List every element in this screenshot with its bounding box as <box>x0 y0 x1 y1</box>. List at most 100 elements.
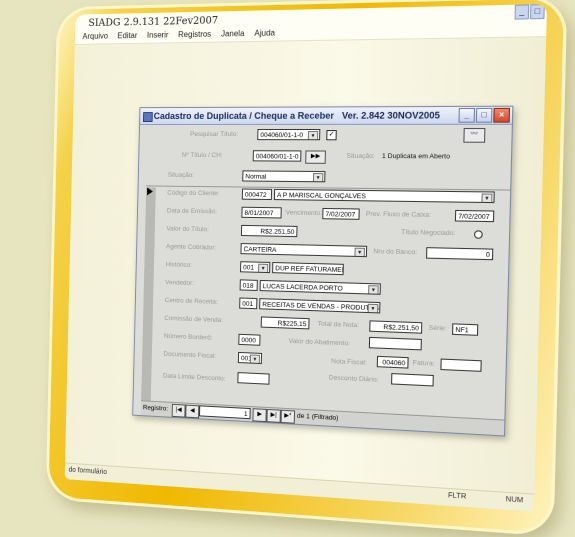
form-maximize-button[interactable]: □ <box>475 107 493 123</box>
form-window-icon <box>142 112 153 123</box>
agente-label: Agente Cobrador: <box>165 243 217 252</box>
registro-label: Registro: <box>142 404 169 413</box>
record-number-field[interactable]: 1 <box>199 405 251 420</box>
data-limite-label: Data Limite Desconto: <box>162 372 226 383</box>
emissao-field[interactable]: 8/01/2007 <box>241 206 282 219</box>
chevron-down-icon: ▼ <box>312 172 324 183</box>
next-record-button[interactable]: ▶ <box>252 408 267 423</box>
nota-fiscal-field[interactable]: 004060 <box>376 355 409 369</box>
binoculars-icon: 👓 <box>470 131 479 138</box>
status-left: do formulário <box>68 466 108 477</box>
record-total: de 1 (Filtrado) <box>296 412 339 423</box>
new-record-button[interactable]: ▶* <box>280 409 296 424</box>
stage: SIADG 2.9.131 22Fev2007 _ □ Arquivo Edit… <box>0 0 575 537</box>
comissao-field[interactable]: R$225,15 <box>260 316 310 330</box>
centro-name-select[interactable]: RECEITAS DE VENDAS - PRODUTOS ▼ <box>259 298 381 314</box>
serie-label: Série: <box>428 324 447 333</box>
historico-code-select[interactable]: 001 ▼ <box>240 261 271 274</box>
vendedor-code-field[interactable]: 018 <box>239 279 258 291</box>
documento-label: Documento Fiscal: <box>163 350 217 361</box>
fatura-field[interactable] <box>440 358 482 372</box>
situacao-select[interactable]: Normal ▼ <box>242 170 326 183</box>
abatimento-label: Valor do Abatimento: <box>288 337 351 348</box>
serie-field[interactable]: NF1 <box>452 323 479 336</box>
previous-record-button[interactable]: ◀ <box>185 404 200 419</box>
situacao-top-label: Situação: <box>346 152 375 161</box>
menu-registros[interactable]: Registros <box>178 28 211 43</box>
menu-arquivo[interactable]: Arquivo <box>82 30 108 44</box>
status-num: NUM <box>505 495 524 505</box>
abatimento-field[interactable] <box>368 336 422 351</box>
chevron-down-icon: ▼ <box>307 131 319 141</box>
form-close-button[interactable]: × <box>493 107 511 123</box>
prev-fluxo-label: Prev. Fluxo de Caixa: <box>365 210 432 219</box>
chevron-down-icon: ▼ <box>481 193 493 204</box>
titulo-label: Nº Título / CH: <box>181 151 223 160</box>
desconto-diario-label: Desconto Diário: <box>328 374 379 384</box>
cliente-code-field[interactable]: 000472 <box>241 188 273 201</box>
documento-select[interactable]: 001 ▼ <box>237 351 263 365</box>
prev-fluxo-field[interactable]: 7/02/2007 <box>454 209 495 223</box>
last-record-button[interactable]: ▶| <box>266 408 281 423</box>
nro-banco-field[interactable]: 0 <box>426 247 494 261</box>
total-nota-field[interactable]: R$2.251,50 <box>369 320 423 334</box>
menu-inserir[interactable]: Inserir <box>147 28 169 42</box>
historico-label: Histórico: <box>165 261 193 269</box>
situacao-status: 1 Duplicata em Aberto <box>381 152 451 161</box>
search-checkbox[interactable]: ✓ <box>326 130 337 141</box>
bordero-label: Número Borderô: <box>163 332 213 342</box>
nota-fiscal-label: Nota Fiscal: <box>331 357 367 367</box>
nro-banco-label: Nro do Banco: <box>373 248 418 257</box>
titulo-field[interactable]: 004060/01-1-0 <box>252 150 302 162</box>
agente-select[interactable]: CARTEIRA ▼ <box>240 243 368 258</box>
vencimento-field[interactable]: 7/02/2007 <box>322 207 360 220</box>
app-window-controls: _ □ <box>514 4 545 20</box>
historico-text-field[interactable]: DUP REF FATURAMENTO <box>272 262 344 276</box>
negociado-radio[interactable] <box>473 230 483 239</box>
centro-code-field[interactable]: 001 <box>239 297 258 310</box>
total-nota-label: Total da Nota: <box>317 320 360 330</box>
chevron-down-icon: ▼ <box>257 263 269 274</box>
form-title-bar: Cadastro de Duplicata / Cheque a Receber… <box>140 106 513 125</box>
cliente-name-select[interactable]: A P MARISCAL GONÇALVES ▼ <box>273 188 495 204</box>
bordero-field[interactable]: 0000 <box>238 333 261 346</box>
vendedor-label: Vendedor: <box>165 279 195 288</box>
fatura-label: Fatura: <box>412 359 435 368</box>
valor-field[interactable]: R$2.251,50 <box>240 224 298 238</box>
search-binoculars-button[interactable]: 👓 <box>463 127 486 143</box>
cliente-label: Código do Cliente: <box>167 189 220 198</box>
menu-editar[interactable]: Editar <box>117 29 137 43</box>
comissao-label: Comissão de Venda: <box>164 314 224 325</box>
vendedor-name-select[interactable]: LUCAS LACERDA PORTO ▼ <box>259 279 381 295</box>
desconto-diario-field[interactable] <box>391 373 434 387</box>
form-window-controls: _ □ × <box>458 107 511 123</box>
chevron-down-icon: ▼ <box>367 303 379 314</box>
record-selector[interactable] <box>140 187 156 416</box>
situacao-label: Situação: <box>167 171 195 179</box>
negociado-label: Título Negociado: <box>401 228 456 238</box>
app-maximize-button[interactable]: □ <box>529 4 545 20</box>
form-version: Ver. 2.842 30NOV2005 <box>341 110 441 121</box>
record-navigation-bar: Registro: |◀ ◀ 1 ▶ ▶| ▶* de 1 (Filtrado) <box>140 400 505 436</box>
app-minimize-button[interactable]: _ <box>514 4 530 20</box>
chevron-down-icon: ▼ <box>354 247 366 258</box>
status-filter: FLTR <box>447 492 467 501</box>
menu-ajuda[interactable]: Ajuda <box>254 26 275 41</box>
valor-label: Valor do Título: <box>166 225 209 234</box>
titulo-go-button[interactable]: ▶▶ <box>305 150 326 164</box>
emissao-label: Data de Emissão: <box>166 207 218 216</box>
chevron-down-icon: ▼ <box>249 354 261 365</box>
chevron-down-icon: ▼ <box>368 285 379 295</box>
search-title-select[interactable]: 004060/01-1-0 ▼ <box>257 128 321 141</box>
app-screen: SIADG 2.9.131 22Fev2007 _ □ Arquivo Edit… <box>64 4 548 512</box>
work-area: Cadastro de Duplicata / Cheque a Receber… <box>65 37 547 495</box>
search-label: Pesquisar Título: <box>190 130 239 139</box>
centro-label: Centro de Receita: <box>164 297 218 306</box>
form-title: Cadastro de Duplicata / Cheque a Receber <box>153 110 335 122</box>
first-record-button[interactable]: |◀ <box>171 403 186 418</box>
current-record-arrow-icon <box>146 187 153 196</box>
monitor: SIADG 2.9.131 22Fev2007 _ □ Arquivo Edit… <box>45 0 568 537</box>
data-limite-field[interactable] <box>237 372 270 385</box>
menu-janela[interactable]: Janela <box>221 27 245 42</box>
form-minimize-button[interactable]: _ <box>458 107 476 123</box>
